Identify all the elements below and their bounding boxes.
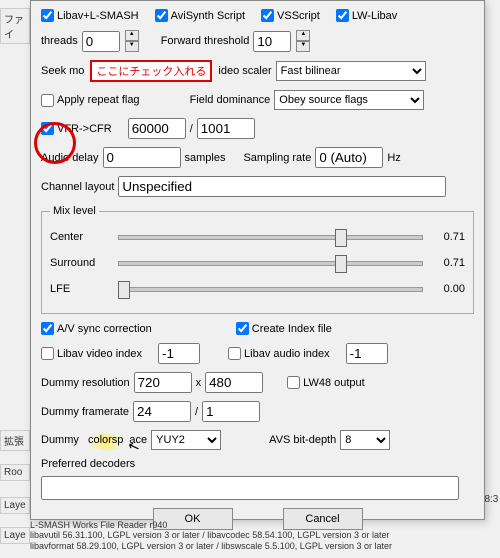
channel-layout-input[interactable] bbox=[118, 176, 446, 197]
dummy-res-label: Dummy resolution bbox=[41, 377, 130, 389]
field-dominance-select[interactable]: Obey source flags bbox=[274, 90, 424, 110]
create-index-checkbox[interactable] bbox=[236, 322, 249, 335]
seek-mode-label: Seek mo bbox=[41, 65, 84, 77]
threads-input[interactable] bbox=[82, 31, 120, 52]
mix-level-group: Mix level Center 0.71 Surround 0.71 LFE … bbox=[41, 205, 474, 314]
preferred-decoders-input[interactable] bbox=[41, 476, 459, 500]
sampling-rate-input[interactable] bbox=[315, 147, 383, 168]
threads-label: threads bbox=[41, 35, 78, 47]
bg-ext: 拡張 bbox=[0, 430, 30, 451]
dummy-colorspace-select[interactable]: YUY2 bbox=[151, 430, 221, 450]
lfe-slider[interactable] bbox=[118, 279, 423, 299]
vsscript-checkbox[interactable] bbox=[261, 9, 274, 22]
down-icon[interactable]: ▼ bbox=[296, 41, 310, 52]
dummy-res-h-input[interactable] bbox=[205, 372, 263, 393]
avisynth-checkbox[interactable] bbox=[155, 9, 168, 22]
slash-label-2: / bbox=[195, 406, 198, 418]
field-dominance-label: Field dominance bbox=[190, 94, 271, 106]
lw-libav-checkbox[interactable] bbox=[336, 9, 349, 22]
lw-libav-label: LW-Libav bbox=[352, 10, 397, 22]
vfr-den-input[interactable] bbox=[197, 118, 255, 139]
avs-bitdepth-label: AVS bit-depth bbox=[269, 434, 336, 446]
hz-label: Hz bbox=[387, 152, 400, 164]
up-icon[interactable]: ▲ bbox=[296, 30, 310, 41]
avisynth-label: AviSynth Script bbox=[171, 10, 245, 22]
video-scaler-label: ideo scaler bbox=[218, 65, 271, 77]
bg-root: Roo bbox=[0, 464, 30, 481]
bg-file-menu: ファイ bbox=[0, 8, 30, 44]
dummy-res-w-input[interactable] bbox=[134, 372, 192, 393]
samples-label: samples bbox=[185, 152, 226, 164]
annotation-box: ここにチェック入れる bbox=[90, 60, 212, 82]
slash-label: / bbox=[190, 123, 193, 135]
libav-video-index-input[interactable] bbox=[158, 343, 200, 364]
channel-layout-label: Channel layout bbox=[41, 181, 114, 193]
libav-audio-index-checkbox[interactable] bbox=[228, 347, 241, 360]
sampling-rate-label: Sampling rate bbox=[243, 152, 311, 164]
surround-label: Surround bbox=[50, 257, 110, 269]
av-sync-checkbox[interactable] bbox=[41, 322, 54, 335]
center-slider[interactable] bbox=[118, 227, 423, 247]
avs-bitdepth-select[interactable]: 8 bbox=[340, 430, 390, 450]
preferred-label: Preferred decoders bbox=[41, 458, 135, 470]
dummy-fr-label: Dummy framerate bbox=[41, 406, 129, 418]
threads-spinner[interactable]: ▲▼ bbox=[125, 30, 139, 52]
libav-audio-index-input[interactable] bbox=[346, 343, 388, 364]
lw48-output-checkbox[interactable] bbox=[287, 376, 300, 389]
mix-level-legend: Mix level bbox=[50, 205, 99, 217]
fwd-thresh-input[interactable] bbox=[253, 31, 291, 52]
dummy-fr-den-input[interactable] bbox=[202, 401, 260, 422]
down-icon[interactable]: ▼ bbox=[125, 41, 139, 52]
center-label: Center bbox=[50, 231, 110, 243]
lw48-output-label: LW48 output bbox=[303, 377, 365, 389]
vfr-num-input[interactable] bbox=[128, 118, 186, 139]
libav-video-index-label: Libav video index bbox=[57, 348, 142, 360]
av-sync-label: A/V sync correction bbox=[57, 323, 152, 335]
fwd-thresh-label: Forward threshold bbox=[161, 35, 250, 47]
dummy-fr-num-input[interactable] bbox=[133, 401, 191, 422]
footer-version: L-SMASH Works File Reader r940 libavutil… bbox=[30, 520, 392, 552]
video-scaler-select[interactable]: Fast bilinear bbox=[276, 61, 426, 81]
annotation-circle bbox=[34, 122, 76, 164]
surround-value: 0.71 bbox=[431, 257, 465, 269]
libav-video-index-checkbox[interactable] bbox=[41, 347, 54, 360]
surround-slider[interactable] bbox=[118, 253, 423, 273]
libav-lsmash-label: Libav+L-SMASH bbox=[57, 10, 139, 22]
create-index-label: Create Index file bbox=[252, 323, 332, 335]
up-icon[interactable]: ▲ bbox=[125, 30, 139, 41]
settings-dialog: Libav+L-SMASH AviSynth Script VSScript L… bbox=[30, 0, 485, 520]
x-label: x bbox=[196, 377, 202, 389]
apply-repeat-checkbox[interactable] bbox=[41, 94, 54, 107]
libav-audio-index-label: Libav audio index bbox=[244, 348, 330, 360]
libav-lsmash-checkbox[interactable] bbox=[41, 9, 54, 22]
bg-layer2: Laye bbox=[0, 527, 30, 544]
apply-repeat-label: Apply repeat flag bbox=[57, 94, 140, 106]
lfe-label: LFE bbox=[50, 283, 110, 295]
center-value: 0.71 bbox=[431, 231, 465, 243]
audio-delay-input[interactable] bbox=[103, 147, 181, 168]
vsscript-label: VSScript bbox=[277, 10, 320, 22]
bg-layer1: Laye bbox=[0, 497, 30, 514]
fwd-thresh-spinner[interactable]: ▲▼ bbox=[296, 30, 310, 52]
lfe-value: 0.00 bbox=[431, 283, 465, 295]
